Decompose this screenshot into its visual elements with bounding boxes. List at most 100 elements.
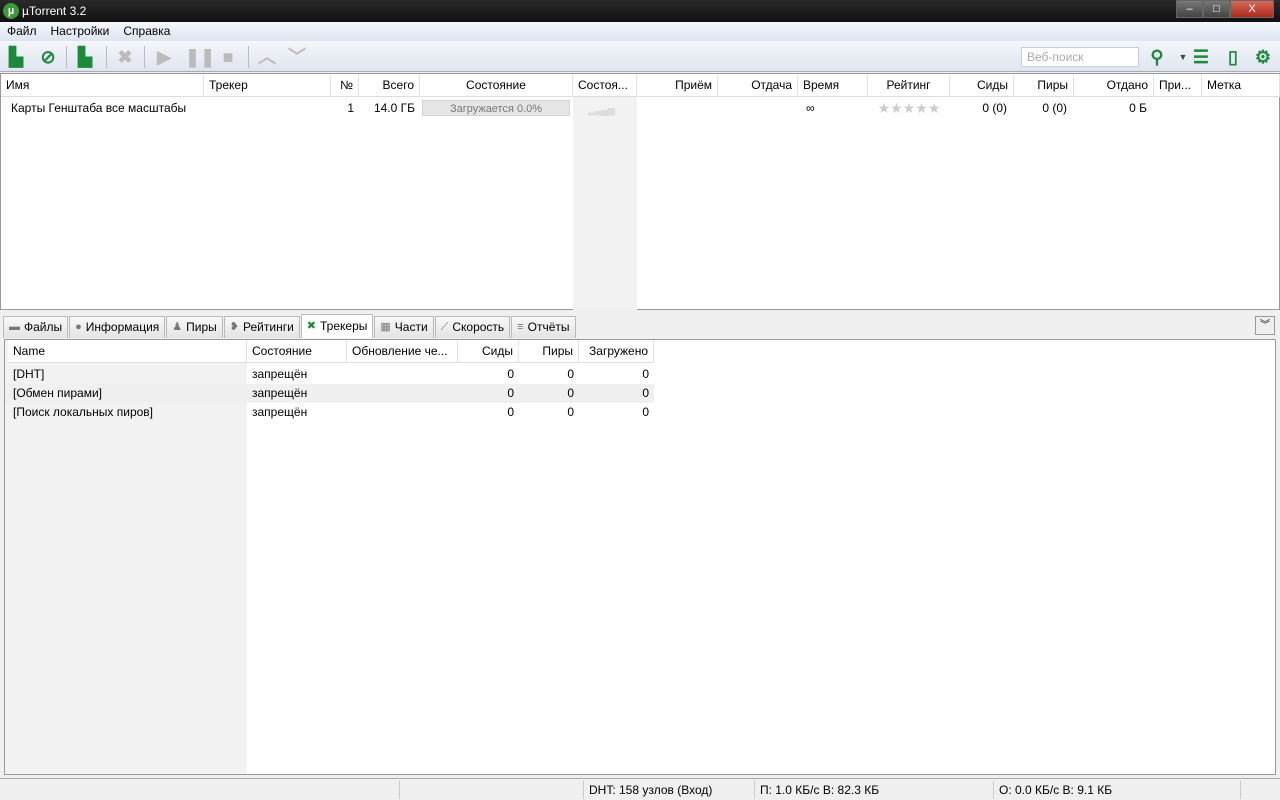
tracker-name: [Поиск локальных пиров] (13, 405, 154, 419)
col-tracker-seeds[interactable]: Сиды (458, 340, 519, 363)
utorrent-logo-icon: µ (3, 3, 19, 19)
search-icon[interactable]: ⚲ (1146, 46, 1168, 68)
tracker-update (347, 403, 458, 422)
torrent-row[interactable]: Карты Генштаба все масштабы 1 14.0 ГБ За… (1, 99, 1279, 118)
menu-help[interactable]: Справка (123, 22, 170, 41)
torrent-seeds: 0 (0) (982, 101, 1007, 115)
col-size[interactable]: Всего (359, 74, 420, 97)
tab-label: Рейтинги (243, 320, 294, 334)
tab-info[interactable]: ● Информация (69, 316, 166, 338)
torrent-name: Карты Генштаба все масштабы (11, 101, 187, 115)
col-seeds[interactable]: Сиды (950, 74, 1014, 97)
trackers-list: Name Состояние Обновление че... Сиды Пир… (4, 339, 1276, 775)
tab-ratings[interactable]: ❥ Рейтинги (223, 316, 300, 338)
tab-label: Части (394, 320, 428, 334)
col-down-speed[interactable]: Приём (637, 74, 718, 97)
tab-label: Трекеры (320, 319, 368, 333)
col-uploaded[interactable]: Отдано (1074, 74, 1154, 97)
col-rating[interactable]: Рейтинг (868, 74, 950, 97)
tab-label: Информация (85, 320, 160, 334)
tab-log[interactable]: ≡ Отчёты (511, 316, 576, 338)
web-search-input[interactable]: Веб-поиск (1021, 47, 1139, 67)
torrent-size: 14.0 ГБ (373, 101, 415, 115)
maximize-button[interactable]: □ (1203, 0, 1230, 18)
tab-speed[interactable]: ⟋ Скорость (434, 316, 511, 338)
tracker-status: запрещён (252, 367, 308, 381)
speed-icon: ⟋ (440, 321, 449, 333)
collapse-panel-button[interactable]: ︾ (1255, 316, 1275, 335)
tracker-row[interactable]: [DHT] запрещён 0 0 0 (5, 365, 654, 384)
move-down-icon[interactable]: ﹀ (286, 46, 308, 68)
info-icon: ● (75, 321, 82, 333)
tracker-peers: 0 (567, 386, 574, 400)
col-peers[interactable]: Пиры (1014, 74, 1074, 97)
upload-status: О: 0.0 КБ/с В: 9.1 КБ (999, 783, 1113, 797)
tracker-update (347, 365, 458, 384)
col-priority[interactable]: При... (1154, 74, 1202, 97)
tracker-row[interactable]: [Поиск локальных пиров] запрещён 0 0 0 (5, 403, 654, 422)
col-up-speed[interactable]: Отдача (718, 74, 798, 97)
torrent-number: 1 (347, 101, 354, 115)
menu-bar: Файл Настройки Справка (0, 22, 1280, 41)
pause-icon[interactable]: ❚❚ (185, 46, 215, 68)
create-torrent-icon[interactable]: ▙ (74, 46, 96, 68)
col-tracker-name[interactable]: Name (8, 340, 247, 363)
menu-file[interactable]: Файл (7, 22, 37, 41)
tracker-row[interactable]: [Обмен пирами] запрещён 0 0 0 (5, 384, 654, 403)
settings-gear-icon[interactable]: ⚙ (1252, 46, 1274, 68)
col-health[interactable]: Состоя... (573, 74, 637, 97)
add-torrent-icon[interactable]: ▙ (5, 46, 27, 68)
tab-pieces[interactable]: ▦ Части (374, 316, 434, 338)
window-title: µTorrent 3.2 (22, 4, 87, 18)
tracker-peers: 0 (567, 367, 574, 381)
remove-icon[interactable]: ✖ (114, 46, 136, 68)
folder-icon: ▬ (9, 321, 20, 333)
col-tracker-peers[interactable]: Пиры (519, 340, 579, 363)
tab-label: Пиры (186, 320, 217, 334)
torrent-peers: 0 (0) (1042, 101, 1067, 115)
tracker-downloaded: 0 (642, 386, 649, 400)
tracker-seeds: 0 (507, 386, 514, 400)
minimize-button[interactable]: – (1176, 0, 1203, 18)
rating-stars[interactable]: ★★★★★ (868, 99, 950, 118)
col-tracker-downloaded[interactable]: Загружено (579, 340, 654, 363)
tracker-downloaded: 0 (642, 405, 649, 419)
tab-peers[interactable]: ♟ Пиры (166, 316, 223, 338)
tracker-status: запрещён (252, 386, 308, 400)
health-bars-icon: ▂▃▄▅ (588, 105, 615, 116)
tracker-peers: 0 (567, 405, 574, 419)
stop-icon[interactable]: ■ (217, 46, 239, 68)
tracker-seeds: 0 (507, 405, 514, 419)
col-name[interactable]: Имя (1, 74, 204, 97)
ratings-icon: ❥ (229, 321, 240, 333)
tracker-update (347, 384, 458, 403)
col-tracker-status[interactable]: Состояние (247, 340, 347, 363)
list-view-icon[interactable]: ☰ (1190, 46, 1212, 68)
add-url-icon[interactable]: ⊘ (37, 46, 59, 68)
col-tracker-update[interactable]: Обновление че... (347, 340, 458, 363)
col-label[interactable]: Метка (1202, 74, 1280, 97)
torrent-eta: ∞ (806, 101, 815, 115)
tracker-status: запрещён (252, 405, 308, 419)
trackers-icon: ✖ (306, 320, 316, 332)
tab-label: Скорость (452, 320, 505, 334)
tab-files[interactable]: ▬ Файлы (3, 316, 69, 338)
move-up-icon[interactable]: ︿ (256, 46, 278, 68)
start-icon[interactable]: ▶ (153, 46, 175, 68)
status-bar: DHT: 158 узлов (Вход) П: 1.0 КБ/с В: 82.… (0, 778, 1280, 800)
peers-icon: ♟ (172, 321, 183, 333)
tab-trackers[interactable]: ✖ Трекеры (300, 314, 374, 338)
menu-settings[interactable]: Настройки (51, 22, 110, 41)
col-number[interactable]: № (331, 74, 359, 97)
tracker-name: [DHT] (13, 367, 45, 381)
dht-status: DHT: 158 узлов (Вход) (589, 783, 713, 797)
torrent-uploaded: 0 Б (1129, 101, 1147, 115)
tracker-seeds: 0 (507, 367, 514, 381)
tab-label: Файлы (24, 320, 63, 334)
col-eta[interactable]: Время (798, 74, 868, 97)
col-tracker[interactable]: Трекер (204, 74, 331, 97)
close-button[interactable]: X (1230, 0, 1274, 18)
remote-icon[interactable]: ▯ (1222, 46, 1244, 68)
col-status[interactable]: Состояние (420, 74, 573, 97)
tracker-downloaded: 0 (642, 367, 649, 381)
